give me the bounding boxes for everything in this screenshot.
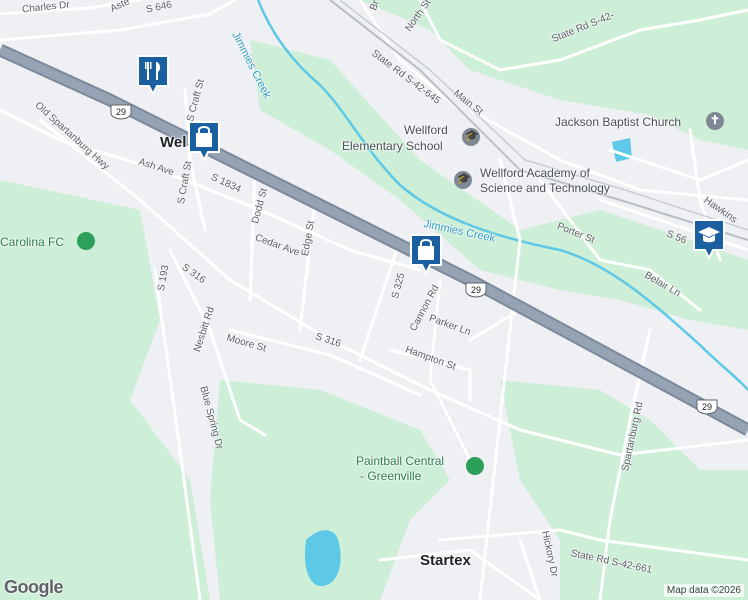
- school-marker[interactable]: [692, 218, 726, 261]
- poi-label-elementary-1[interactable]: Wellford: [404, 123, 448, 137]
- shopping-marker-wellford[interactable]: [187, 120, 221, 163]
- shield-number: 29: [116, 107, 126, 117]
- shield-number: 29: [471, 285, 481, 295]
- poi-label-academy-1[interactable]: Wellford Academy of: [480, 166, 590, 180]
- paintball-dot: [466, 457, 484, 475]
- poi-label-carolina-fc[interactable]: Carolina FC: [0, 235, 64, 249]
- town-label-wellford: Wel: [160, 134, 187, 151]
- poi-label-paintball-1[interactable]: Paintball Central: [356, 454, 444, 468]
- carolina-fc-dot: [77, 232, 95, 250]
- restaurant-marker[interactable]: [136, 54, 170, 97]
- school-icon-elementary: 🎓: [465, 130, 479, 142]
- map-attribution[interactable]: Map data ©2026: [663, 584, 744, 597]
- church-icon: ✝: [709, 113, 721, 127]
- map-canvas[interactable]: [0, 0, 748, 600]
- google-logo[interactable]: Google: [4, 577, 64, 598]
- poi-label-paintball-2[interactable]: - Greenville: [360, 469, 421, 483]
- shield-number: 29: [702, 402, 712, 412]
- shopping-marker-cannon[interactable]: [409, 233, 443, 276]
- park-areas: [0, 0, 748, 600]
- us-29-shield-1: 29: [110, 104, 132, 120]
- poi-label-academy-2[interactable]: Science and Technology: [480, 181, 610, 195]
- poi-label-elementary-2[interactable]: Elementary School: [342, 139, 443, 153]
- school-icon-academy: 🎓: [457, 173, 471, 185]
- town-label-startex: Startex: [420, 552, 471, 569]
- us-29-shield-2: 29: [465, 282, 487, 298]
- us-29-shield-3: 29: [696, 399, 718, 415]
- poi-label-jackson-baptist[interactable]: Jackson Baptist Church: [555, 115, 681, 129]
